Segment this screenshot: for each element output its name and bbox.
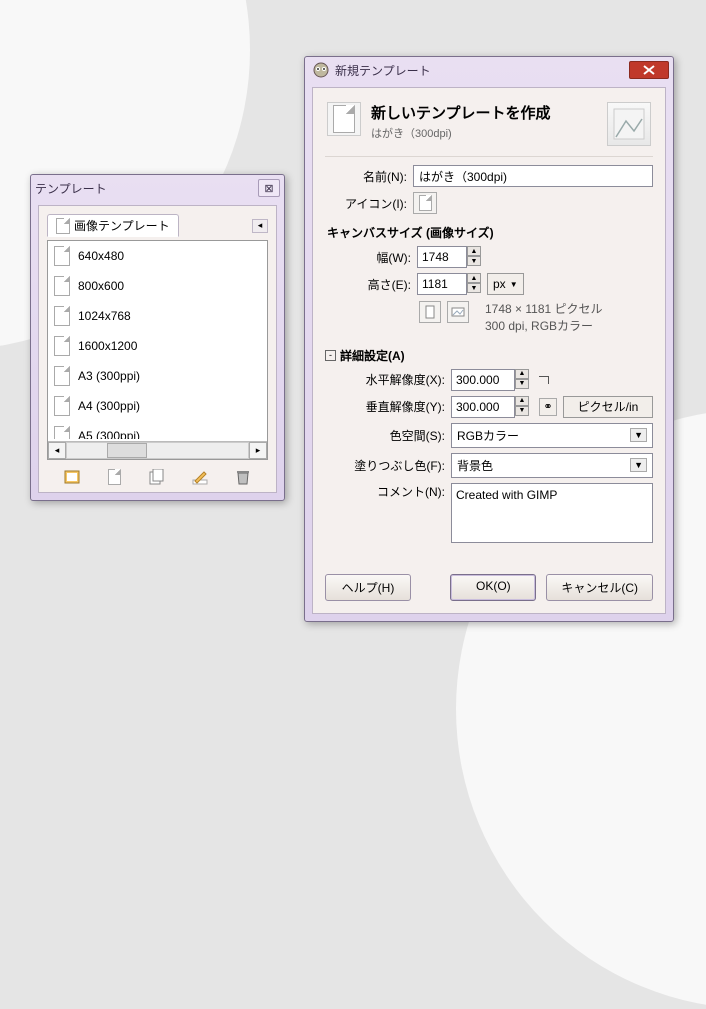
list-item-label: 1600x1200 xyxy=(78,339,137,353)
tab-label: 画像テンプレート xyxy=(74,217,170,234)
list-item-label: A5 (300ppi) xyxy=(78,429,140,439)
width-field[interactable] xyxy=(417,246,467,268)
colorspace-label: 色空間(S): xyxy=(339,427,445,444)
colorspace-combo[interactable]: RGBカラー▼ xyxy=(451,423,653,448)
spin-up-icon[interactable]: ▲ xyxy=(515,396,529,406)
page-icon xyxy=(54,336,70,356)
template-list: 640x480 800x600 1024x768 1600x1200 A3 (300pp… xyxy=(47,240,268,460)
spin-down-icon[interactable]: ▼ xyxy=(515,379,529,389)
height-field[interactable] xyxy=(417,273,467,295)
portrait-button[interactable] xyxy=(419,301,441,323)
width-stepper[interactable]: ▲▼ xyxy=(417,246,481,268)
header-subtitle: はがき（300dpi) xyxy=(371,125,597,141)
spin-down-icon[interactable]: ▼ xyxy=(467,283,481,293)
list-item[interactable]: 640x480 xyxy=(48,241,267,271)
edit-template-icon[interactable] xyxy=(191,468,209,486)
titlebar[interactable]: テンプレート ⊠ xyxy=(31,175,284,201)
resolution-link xyxy=(539,376,549,384)
comment-label: コメント(N): xyxy=(339,483,445,500)
list-item[interactable]: 1600x1200 xyxy=(48,331,267,361)
icon-label: アイコン(I): xyxy=(325,195,407,212)
window-title: テンプレート xyxy=(35,180,256,197)
templates-window: テンプレート ⊠ 画像テンプレート ◂ 640x480 800x600 1024x7… xyxy=(30,174,285,501)
template-icon xyxy=(327,102,361,136)
width-label: 幅(W): xyxy=(339,249,411,266)
new-template-window: 新規テンプレート 新しいテンプレートを作成 はがき（300dpi) 名前(N):… xyxy=(304,56,674,622)
unit-selector[interactable]: px▼ xyxy=(487,273,524,295)
landscape-button[interactable] xyxy=(447,301,469,323)
comment-field[interactable] xyxy=(451,483,653,543)
xres-stepper[interactable]: ▲▼ xyxy=(451,369,529,391)
list-item[interactable]: 1024x768 xyxy=(48,301,267,331)
resolution-unit-selector[interactable]: ピクセル/in xyxy=(563,396,653,418)
spin-up-icon[interactable]: ▲ xyxy=(515,369,529,379)
page-icon xyxy=(54,426,70,439)
list-item[interactable]: A4 (300ppi) xyxy=(48,391,267,421)
list-item[interactable]: 800x600 xyxy=(48,271,267,301)
new-template-icon[interactable] xyxy=(106,468,124,486)
name-field[interactable] xyxy=(413,165,653,187)
delete-template-icon[interactable] xyxy=(234,468,252,486)
client-area: 画像テンプレート ◂ 640x480 800x600 1024x768 1600x12… xyxy=(38,205,277,493)
close-icon[interactable] xyxy=(629,61,669,79)
close-icon[interactable]: ⊠ xyxy=(258,179,280,197)
scroll-left-icon[interactable]: ◂ xyxy=(48,442,66,459)
ok-button[interactable]: OK(O) xyxy=(450,574,536,601)
name-label: 名前(N): xyxy=(325,168,407,185)
scroll-thumb[interactable] xyxy=(107,443,147,458)
help-button[interactable]: ヘルプ(H) xyxy=(325,574,411,601)
page-icon xyxy=(54,276,70,296)
cancel-button[interactable]: キャンセル(C) xyxy=(546,574,653,601)
tab-image-templates[interactable]: 画像テンプレート xyxy=(47,214,179,237)
size-info: 1748 × 1181 ピクセル 300 dpi, RGBカラー xyxy=(485,301,603,335)
list-item-label: A4 (300ppi) xyxy=(78,399,140,413)
page-icon xyxy=(54,396,70,416)
yres-label: 垂直解像度(Y): xyxy=(339,398,445,415)
list-item-label: A3 (300ppi) xyxy=(78,369,140,383)
height-label: 高さ(E): xyxy=(339,276,411,293)
page-icon xyxy=(56,218,70,234)
list-item-label: 640x480 xyxy=(78,249,124,263)
fill-label: 塗りつぶし色(F): xyxy=(339,457,445,474)
list-item-label: 1024x768 xyxy=(78,309,131,323)
list-item[interactable]: A5 (300ppi) xyxy=(48,421,267,439)
button-bar: ヘルプ(H) OK(O) キャンセル(C) xyxy=(325,574,653,601)
header-title: 新しいテンプレートを作成 xyxy=(371,102,597,123)
list-item[interactable]: A3 (300ppi) xyxy=(48,361,267,391)
duplicate-template-icon[interactable] xyxy=(148,468,166,486)
page-icon xyxy=(54,306,70,326)
client-area: 新しいテンプレートを作成 はがき（300dpi) 名前(N): アイコン(I):… xyxy=(312,87,666,614)
yres-field[interactable] xyxy=(451,396,515,418)
scroll-right-icon[interactable]: ▸ xyxy=(249,442,267,459)
canvas-size-section: キャンバスサイズ (画像サイズ) xyxy=(327,224,653,241)
horizontal-scrollbar[interactable]: ◂ ▸ xyxy=(48,441,267,459)
yres-stepper[interactable]: ▲▼ xyxy=(451,396,529,418)
tab-menu-icon[interactable]: ◂ xyxy=(252,219,268,233)
spin-up-icon[interactable]: ▲ xyxy=(467,246,481,256)
titlebar[interactable]: 新規テンプレート xyxy=(305,57,673,83)
create-image-icon[interactable] xyxy=(63,468,81,486)
chain-link-icon[interactable]: ⚭ xyxy=(539,398,557,416)
advanced-expander[interactable]: - 詳細設定(A) xyxy=(325,347,653,364)
page-icon xyxy=(54,246,70,266)
height-stepper[interactable]: ▲▼ xyxy=(417,273,481,295)
xres-label: 水平解像度(X): xyxy=(339,371,445,388)
page-icon xyxy=(54,366,70,386)
spin-down-icon[interactable]: ▼ xyxy=(467,256,481,266)
preview-icon xyxy=(607,102,651,146)
toolbar xyxy=(47,468,268,486)
spin-down-icon[interactable]: ▼ xyxy=(515,406,529,416)
window-title: 新規テンプレート xyxy=(335,62,627,79)
app-icon xyxy=(313,62,329,78)
icon-picker-button[interactable] xyxy=(413,192,437,214)
spin-up-icon[interactable]: ▲ xyxy=(467,273,481,283)
fill-combo[interactable]: 背景色▼ xyxy=(451,453,653,478)
list-item-label: 800x600 xyxy=(78,279,124,293)
xres-field[interactable] xyxy=(451,369,515,391)
